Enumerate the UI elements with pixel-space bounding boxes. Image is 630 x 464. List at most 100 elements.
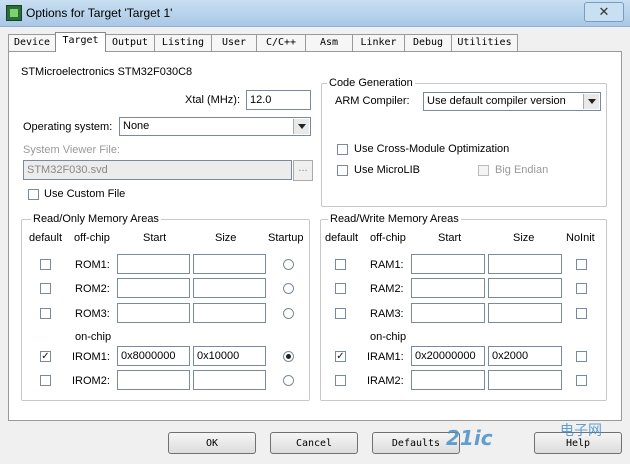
rw-header-start: Start [438, 232, 462, 244]
cross-module-optimization-label: Use Cross-Module Optimization [354, 143, 510, 155]
irom1-start-input[interactable]: 0x8000000 [117, 346, 190, 366]
ok-button[interactable]: OK [168, 432, 256, 454]
rom2-start-input[interactable] [117, 278, 190, 298]
ro-onchip-label: on-chip [75, 331, 112, 343]
use-custom-file-label: Use Custom File [44, 188, 126, 200]
rom3-startup-radio[interactable] [283, 308, 294, 319]
site-watermark-logo: 21ic 电子网 [440, 418, 630, 462]
operating-system-select[interactable]: None [119, 117, 311, 136]
ram3-start-input[interactable] [411, 303, 485, 323]
irom1-startup-radio[interactable] [283, 351, 294, 362]
ram3-noinit-checkbox[interactable] [576, 308, 587, 319]
rom2-default-checkbox[interactable] [40, 283, 51, 294]
xtal-label: Xtal (MHz): [185, 94, 240, 106]
iram1-default-checkbox[interactable]: ✓ [335, 351, 346, 362]
ram1-label: RAM1: [370, 259, 404, 271]
rw-header-size: Size [513, 232, 535, 244]
ro-header-offchip: off-chip [74, 232, 110, 244]
irom1-size-input[interactable]: 0x10000 [193, 346, 266, 366]
irom2-default-checkbox[interactable] [40, 375, 51, 386]
arm-compiler-select[interactable]: Use default compiler version [423, 92, 601, 111]
browse-button[interactable]: ... [293, 160, 313, 181]
rw-header-default: default [325, 232, 359, 244]
rom1-size-input[interactable] [193, 254, 266, 274]
system-viewer-file-label: System Viewer File: [23, 144, 120, 156]
rom3-start-input[interactable] [117, 303, 190, 323]
operating-system-label: Operating system: [23, 121, 113, 133]
big-endian-checkbox[interactable] [478, 165, 489, 176]
read-write-memory-title: Read/Write Memory Areas [328, 213, 461, 225]
rom2-label: ROM2: [75, 283, 110, 295]
rom2-size-input[interactable] [193, 278, 266, 298]
keil-window-icon [6, 5, 22, 21]
tab-asm[interactable]: Asm [305, 34, 353, 51]
tab-target[interactable]: Target [55, 32, 106, 52]
iram1-start-input[interactable]: 0x20000000 [411, 346, 485, 366]
ram1-start-input[interactable] [411, 254, 485, 274]
rom1-label: ROM1: [75, 259, 110, 271]
irom2-startup-radio[interactable] [283, 375, 294, 386]
chevron-down-icon [583, 94, 599, 109]
irom2-label: IROM2: [72, 375, 110, 387]
code-generation-title: Code Generation [327, 77, 415, 89]
ro-header-start: Start [143, 232, 167, 244]
ro-header-default: default [29, 232, 63, 244]
big-endian-label: Big Endian [495, 164, 549, 176]
iram2-default-checkbox[interactable] [335, 375, 346, 386]
irom2-size-input[interactable] [193, 370, 266, 390]
ram2-noinit-checkbox[interactable] [576, 283, 587, 294]
cancel-button[interactable]: Cancel [270, 432, 358, 454]
use-custom-file-checkbox[interactable] [28, 189, 39, 200]
tab-c-cpp[interactable]: C/C++ [256, 34, 306, 51]
iram2-label: IRAM2: [367, 375, 404, 387]
iram1-size-input[interactable]: 0x2000 [488, 346, 562, 366]
tab-linker[interactable]: Linker [352, 34, 405, 51]
rom1-startup-radio[interactable] [283, 259, 294, 270]
ram3-default-checkbox[interactable] [335, 308, 346, 319]
ram2-start-input[interactable] [411, 278, 485, 298]
tab-device[interactable]: Device [8, 34, 56, 51]
close-icon[interactable]: ✕ [584, 2, 624, 22]
iram1-noinit-checkbox[interactable] [576, 351, 587, 362]
ram2-label: RAM2: [370, 283, 404, 295]
use-microlib-label: Use MicroLIB [354, 164, 421, 176]
iram2-size-input[interactable] [488, 370, 562, 390]
ram2-default-checkbox[interactable] [335, 283, 346, 294]
system-viewer-file-input[interactable]: STM32F030.svd [23, 160, 292, 180]
ram1-size-input[interactable] [488, 254, 562, 274]
device-name: STMicroelectronics STM32F030C8 [21, 66, 193, 78]
ram1-noinit-checkbox[interactable] [576, 259, 587, 270]
ro-header-startup: Startup [268, 232, 304, 244]
xtal-input[interactable]: 12.0 [246, 90, 311, 110]
arm-compiler-value: Use default compiler version [427, 95, 566, 107]
ram1-default-checkbox[interactable] [335, 259, 346, 270]
irom2-start-input[interactable] [117, 370, 190, 390]
tab-listing[interactable]: Listing [154, 34, 212, 51]
rom3-label: ROM3: [75, 308, 110, 320]
cross-module-optimization-checkbox[interactable] [337, 144, 348, 155]
iram2-start-input[interactable] [411, 370, 485, 390]
tab-user[interactable]: User [211, 34, 257, 51]
use-microlib-checkbox[interactable] [337, 165, 348, 176]
iram2-noinit-checkbox[interactable] [576, 375, 587, 386]
title-bar: Options for Target 'Target 1' ✕ [0, 0, 630, 27]
operating-system-value: None [123, 120, 150, 132]
irom1-label: IROM1: [72, 351, 110, 363]
rw-onchip-label: on-chip [370, 331, 407, 343]
irom1-default-checkbox[interactable]: ✓ [40, 351, 51, 362]
chevron-down-icon [293, 119, 309, 134]
rom3-size-input[interactable] [193, 303, 266, 323]
rom1-default-checkbox[interactable] [40, 259, 51, 270]
ram2-size-input[interactable] [488, 278, 562, 298]
rom2-startup-radio[interactable] [283, 283, 294, 294]
tab-utilities[interactable]: Utilities [451, 34, 518, 51]
ram3-size-input[interactable] [488, 303, 562, 323]
window-title: Options for Target 'Target 1' [26, 6, 173, 20]
tab-output[interactable]: Output [105, 34, 155, 51]
rom1-start-input[interactable] [117, 254, 190, 274]
rom3-default-checkbox[interactable] [40, 308, 51, 319]
tab-debug[interactable]: Debug [404, 34, 452, 51]
read-only-memory-title: Read/Only Memory Areas [31, 213, 161, 225]
ro-header-size: Size [215, 232, 237, 244]
watermark-subtext: 电子网 [560, 423, 602, 439]
